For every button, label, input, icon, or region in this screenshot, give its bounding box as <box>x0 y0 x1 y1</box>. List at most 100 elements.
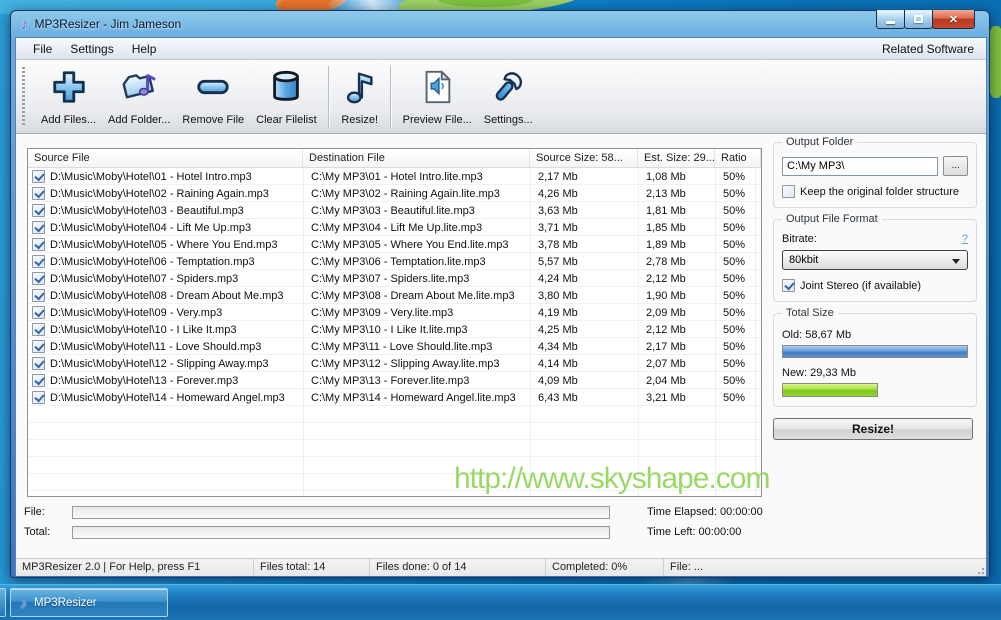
table-row[interactable]: D:\Music\Moby\Hotel\14 - Homeward Angel.… <box>28 389 761 406</box>
row-checkbox[interactable] <box>32 238 45 251</box>
table-row[interactable]: D:\Music\Moby\Hotel\12 - Slipping Away.m… <box>28 355 761 372</box>
table-row[interactable]: D:\Music\Moby\Hotel\05 - Where You End.m… <box>28 236 761 253</box>
source-size: 4,14 Mb <box>530 358 638 370</box>
destination-file-path: C:\My MP3\01 - Hotel Intro.lite.mp3 <box>303 171 530 183</box>
row-checkbox[interactable] <box>32 323 45 336</box>
source-file-path: D:\Music\Moby\Hotel\05 - Where You End.m… <box>50 239 277 251</box>
total-progress-bar <box>72 526 610 539</box>
bitrate-dropdown[interactable]: 80kbit <box>782 250 968 270</box>
table-row[interactable]: D:\Music\Moby\Hotel\04 - Lift Me Up.mp3C… <box>28 219 761 236</box>
table-row[interactable]: D:\Music\Moby\Hotel\09 - Very.mp3 C:\My M… <box>28 304 761 321</box>
ratio: 50% <box>715 222 761 234</box>
table-row[interactable]: D:\Music\Moby\Hotel\07 - Spiders.mp3C:\M… <box>28 270 761 287</box>
file-progress-row: File: Time Elapsed: 00:00:00 <box>16 505 776 519</box>
row-checkbox[interactable] <box>32 340 45 353</box>
taskbar: ♪ MP3Resizer <box>0 584 1001 620</box>
table-row[interactable]: D:\Music\Moby\Hotel\08 - Dream About Me.… <box>28 287 761 304</box>
maximize-button[interactable] <box>904 10 933 29</box>
table-row[interactable]: D:\Music\Moby\Hotel\06 - Temptation.mp3C… <box>28 253 761 270</box>
row-checkbox[interactable] <box>32 255 45 268</box>
source-size: 4,34 Mb <box>530 341 638 353</box>
bitrate-help-link[interactable]: ? <box>962 233 968 245</box>
menu-bar-items: FileSettingsHelp <box>24 40 165 58</box>
menu-item-settings[interactable]: Settings <box>61 40 122 58</box>
resize-grip-icon[interactable] <box>975 565 985 575</box>
taskbar-app-button[interactable]: ♪ MP3Resizer <box>10 588 168 617</box>
toolbar-gripper[interactable] <box>22 67 25 127</box>
menu-item-help[interactable]: Help <box>123 40 166 58</box>
row-checkbox[interactable] <box>32 204 45 217</box>
row-checkbox[interactable] <box>32 221 45 234</box>
taskbar-app-label: MP3Resizer <box>34 597 97 609</box>
taskbar-edge-button[interactable] <box>0 588 6 617</box>
table-row[interactable]: D:\Music\Moby\Hotel\11 - Love Should.mp3… <box>28 338 761 355</box>
toolbar-button-preview-file[interactable]: Preview File... <box>397 64 478 130</box>
taskbar-music-note-icon: ♪ <box>20 595 27 611</box>
column-header-3[interactable]: Est. Size: 29... <box>638 149 715 167</box>
row-checkbox[interactable] <box>32 187 45 200</box>
toolbar-button-clear-filelist[interactable]: Clear Filelist <box>250 64 323 130</box>
source-size: 4,25 Mb <box>530 324 638 336</box>
source-size: 4,19 Mb <box>530 307 638 319</box>
row-checkbox[interactable] <box>32 289 45 302</box>
source-size: 3,80 Mb <box>530 290 638 302</box>
toolbar-button-resize[interactable]: Resize! <box>335 64 385 130</box>
source-size: 3,63 Mb <box>530 205 638 217</box>
row-checkbox[interactable] <box>32 391 45 404</box>
destination-file-path: C:\My MP3\02 - Raining Again.lite.mp3 <box>303 188 530 200</box>
table-row[interactable]: D:\Music\Moby\Hotel\01 - Hotel Intro.mp3… <box>28 168 761 185</box>
toolbar-button-settings[interactable]: Settings... <box>478 64 539 130</box>
old-size-bar <box>782 345 968 358</box>
row-checkbox[interactable] <box>32 170 45 183</box>
table-row[interactable]: D:\Music\Moby\Hotel\02 - Raining Again.m… <box>28 185 761 202</box>
toolbar-button-remove-file[interactable]: Remove File <box>176 64 250 130</box>
destination-file-path: C:\My MP3\14 - Homeward Angel.lite.mp3 <box>303 392 530 404</box>
source-file-path: D:\Music\Moby\Hotel\09 - Very.mp3 <box>50 307 222 319</box>
column-header-2[interactable]: Source Size: 58... <box>530 149 638 167</box>
menu-item-file[interactable]: File <box>24 40 61 58</box>
row-checkbox[interactable] <box>32 272 45 285</box>
new-size-label: New: 29,33 Mb <box>782 367 968 379</box>
row-checkbox[interactable] <box>32 374 45 387</box>
estimated-size: 1,81 Mb <box>638 205 715 217</box>
app-window: ♪ MP3Resizer - Jim Jameson ✕ FileSetting… <box>10 10 990 578</box>
menu-item-related-software[interactable]: Related Software <box>878 40 978 58</box>
column-header-0[interactable]: Source File <box>28 149 303 167</box>
keep-structure-checkbox[interactable] <box>782 185 795 198</box>
folder-note-icon <box>120 68 158 111</box>
source-file-path: D:\Music\Moby\Hotel\10 - I Like It.mp3 <box>50 324 236 336</box>
output-folder-title: Output Folder <box>782 136 857 148</box>
source-file-path: D:\Music\Moby\Hotel\06 - Temptation.mp3 <box>50 256 255 268</box>
output-folder-group: Output Folder ... Keep the original fold… <box>773 142 977 208</box>
app-music-note-icon: ♪ <box>21 16 29 33</box>
estimated-size: 2,12 Mb <box>638 273 715 285</box>
table-row[interactable]: D:\Music\Moby\Hotel\13 - Forever.mp3C:\M… <box>28 372 761 389</box>
output-folder-input[interactable] <box>782 157 938 176</box>
source-size: 4,26 Mb <box>530 188 638 200</box>
resize-button[interactable]: Resize! <box>773 418 973 440</box>
toolbar-button-add-files[interactable]: Add Files... <box>35 64 102 130</box>
source-size: 6,43 Mb <box>530 392 638 404</box>
toolbar-button-add-folder[interactable]: Add Folder... <box>102 64 176 130</box>
column-header-1[interactable]: Destination File <box>303 149 530 167</box>
title-bar[interactable]: ♪ MP3Resizer - Jim Jameson ✕ <box>15 11 985 37</box>
table-row[interactable]: D:\Music\Moby\Hotel\03 - Beautiful.mp3C:… <box>28 202 761 219</box>
close-button[interactable]: ✕ <box>932 10 975 29</box>
file-list: Source FileDestination FileSource Size: … <box>27 148 762 497</box>
row-checkbox[interactable] <box>32 357 45 370</box>
new-size-bar <box>782 383 878 397</box>
ratio: 50% <box>715 341 761 353</box>
row-checkbox[interactable] <box>32 306 45 319</box>
source-file-path: D:\Music\Moby\Hotel\11 - Love Should.mp3 <box>50 341 261 353</box>
output-format-group: Output File Format Bitrate: ? 80kbit Joi… <box>773 219 977 302</box>
joint-stereo-checkbox[interactable] <box>782 279 795 292</box>
destination-file-path: C:\My MP3\09 - Very.lite.mp3 <box>303 307 530 319</box>
ratio: 50% <box>715 256 761 268</box>
destination-file-path: C:\My MP3\05 - Where You End.lite.mp3 <box>303 239 530 251</box>
table-row[interactable]: D:\Music\Moby\Hotel\10 - I Like It.mp3C:… <box>28 321 761 338</box>
minimize-button[interactable] <box>876 10 905 29</box>
browse-button[interactable]: ... <box>943 156 968 176</box>
ratio: 50% <box>715 290 761 302</box>
toolbar-separator <box>390 66 392 128</box>
column-header-4[interactable]: Ratio <box>715 149 761 167</box>
